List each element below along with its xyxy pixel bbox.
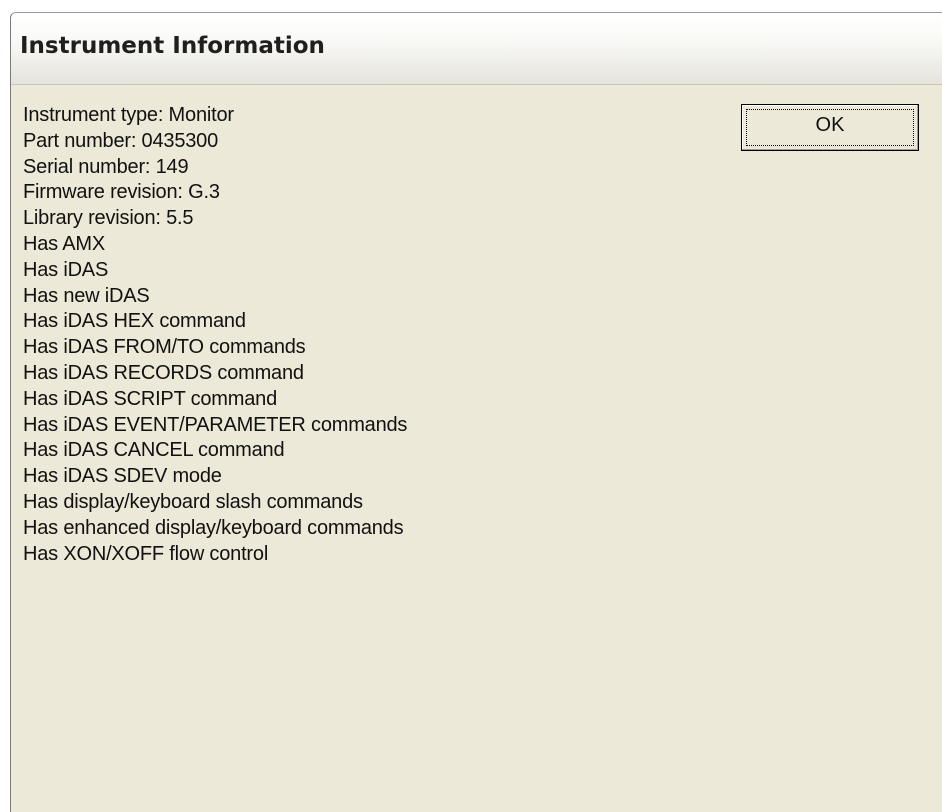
info-line: Firmware revision: G.3 xyxy=(23,181,220,204)
instrument-info-list: Instrument type: Monitor Part number: 04… xyxy=(23,103,407,567)
info-line: Has iDAS SDEV mode xyxy=(23,465,222,488)
info-line: Has XON/XOFF flow control xyxy=(23,542,269,565)
dialog-body: Instrument type: Monitor Part number: 04… xyxy=(11,85,942,812)
info-line: Has iDAS CANCEL command xyxy=(23,439,285,462)
info-line: Library revision: 5.5 xyxy=(23,207,194,230)
info-line: Has enhanced display/keyboard commands xyxy=(23,516,404,539)
dialog-title: Instrument Information xyxy=(20,33,325,59)
info-line: Has display/keyboard slash commands xyxy=(23,490,363,513)
title-bar[interactable]: Instrument Information xyxy=(11,13,942,85)
ok-button[interactable]: OK xyxy=(741,104,919,151)
instrument-information-dialog: Instrument Information Instrument type: … xyxy=(10,12,942,812)
ok-button-label: OK xyxy=(815,114,845,136)
info-line: Has iDAS FROM/TO commands xyxy=(23,336,306,359)
info-line: Instrument type: Monitor xyxy=(23,104,234,126)
info-line: Has AMX xyxy=(23,232,105,255)
info-line: Has iDAS HEX command xyxy=(23,310,246,333)
info-line: Has iDAS SCRIPT command xyxy=(23,387,277,410)
info-line: Has new iDAS xyxy=(23,284,150,307)
info-line: Part number: 0435300 xyxy=(23,129,219,152)
info-line: Has iDAS xyxy=(23,258,109,281)
info-line: Has iDAS EVENT/PARAMETER commands xyxy=(23,413,408,436)
info-line: Serial number: 149 xyxy=(23,155,189,178)
info-line: Has iDAS RECORDS command xyxy=(23,361,304,384)
